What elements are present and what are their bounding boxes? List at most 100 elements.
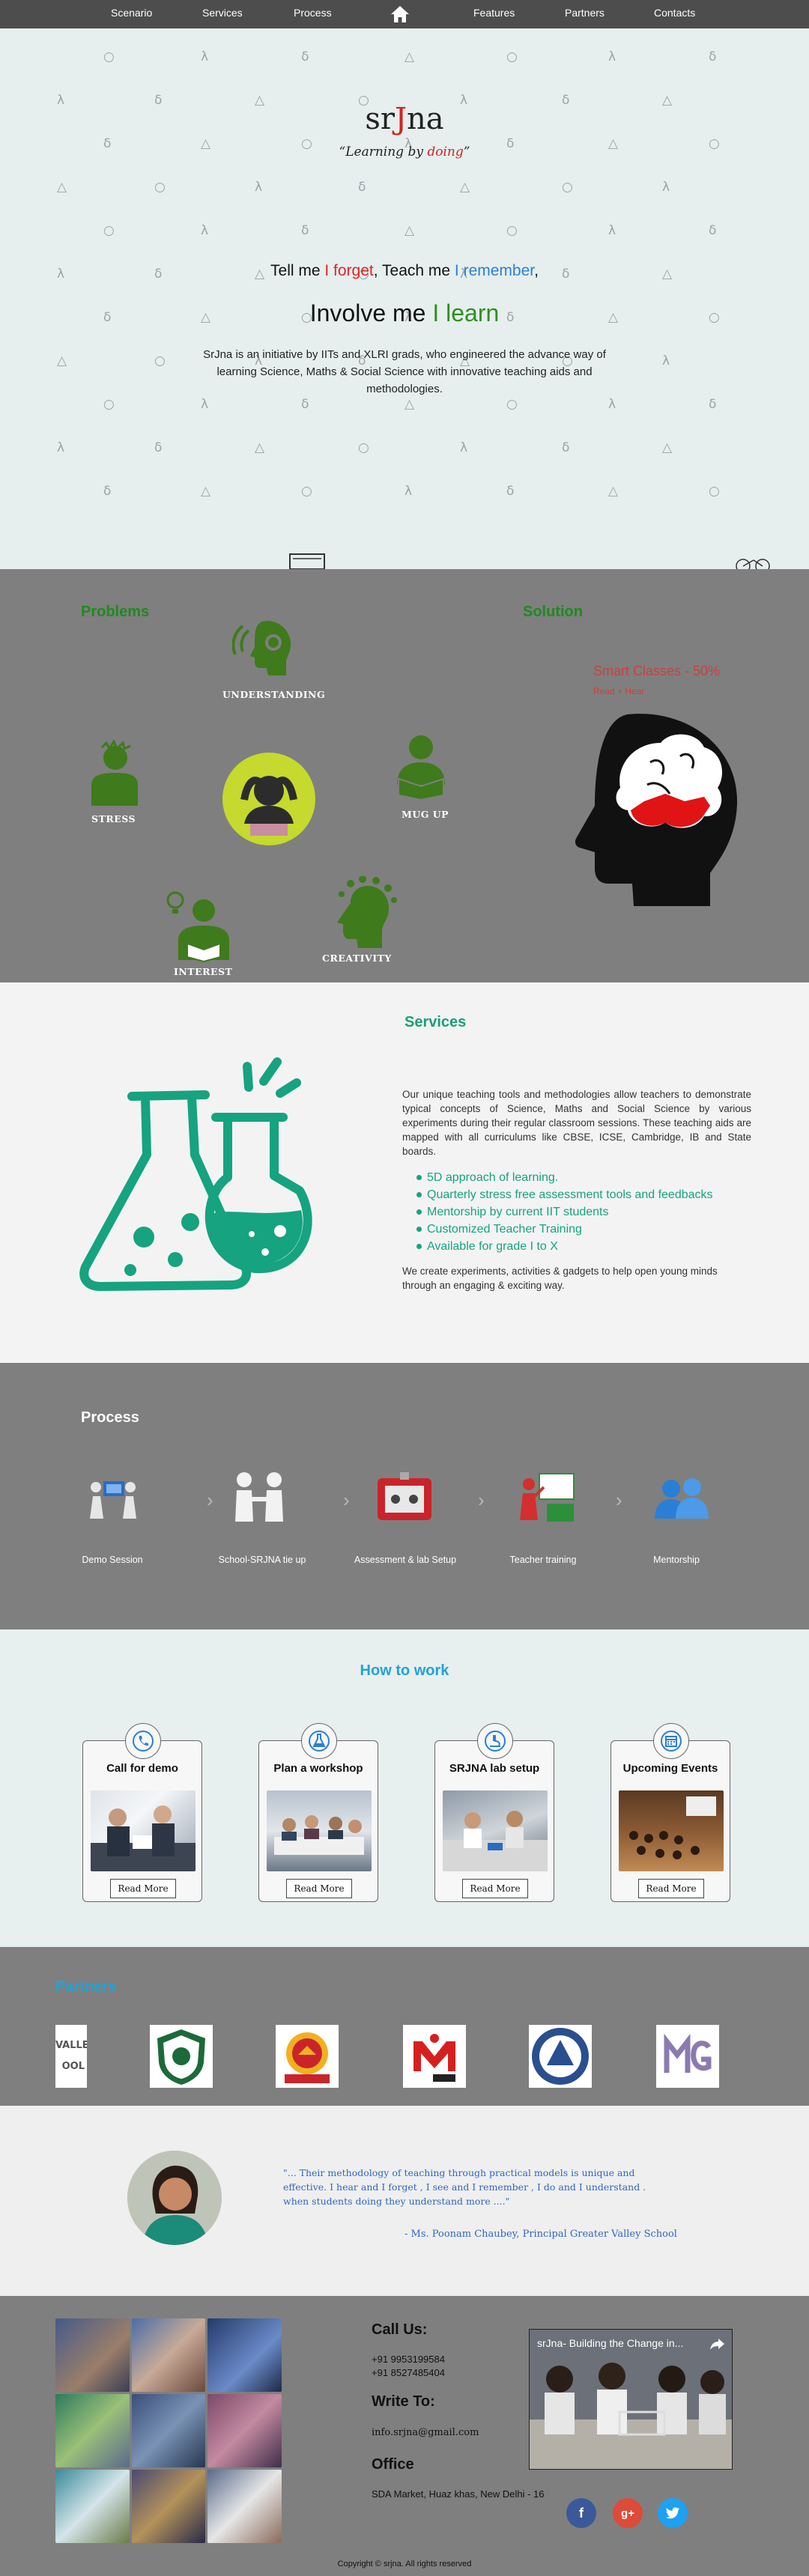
pattern-glyph: δ: [562, 440, 570, 455]
stress-icon: [91, 740, 138, 806]
nav-scenario[interactable]: Scenario: [111, 7, 152, 19]
nav-services[interactable]: Services: [202, 7, 243, 19]
nav-features[interactable]: Features: [473, 7, 515, 19]
lab-photo: [443, 1790, 548, 1871]
partner-logo-mris[interactable]: [403, 2025, 466, 2088]
how-to-work-section: How to work Call for demo Read More Plan…: [0, 1629, 809, 1947]
pattern-glyph: ○: [103, 397, 115, 412]
pattern-glyph: ○: [506, 49, 518, 64]
email-link[interactable]: info.srjna@gmail.com: [372, 2426, 479, 2440]
pattern-glyph: λ: [608, 223, 616, 238]
problem-label-stress: STRESS: [91, 813, 136, 824]
pattern-glyph: ○: [506, 223, 518, 238]
pattern-glyph: △: [608, 484, 619, 499]
pattern-glyph: △: [201, 484, 211, 499]
process-step-label: Mentorship: [653, 1555, 700, 1565]
testimonial-quote: "... Their methodology of teaching throu…: [283, 2167, 646, 2207]
pattern-glyph: △: [662, 440, 673, 455]
call-us-title: Call Us:: [372, 2321, 428, 2338]
gallery-image[interactable]: [55, 2318, 130, 2392]
pattern-glyph: λ: [201, 397, 209, 412]
card-title: Plan a workshop: [273, 1762, 363, 1775]
pattern-glyph: δ: [358, 180, 366, 195]
pattern-glyph: ○: [154, 180, 166, 195]
flask-illustration-icon: [79, 1057, 312, 1291]
pattern-glyph: λ: [662, 180, 670, 195]
motto-part: ,: [534, 262, 539, 279]
logo-text: sr: [365, 102, 395, 136]
process-step-label: Teacher training: [509, 1555, 577, 1565]
google-plus-icon[interactable]: g+: [613, 2498, 643, 2528]
read-more-button[interactable]: Read More: [638, 1879, 704, 1898]
process-step-label: School-SRJNA tie up: [218, 1555, 306, 1565]
read-more-button[interactable]: Read More: [110, 1879, 176, 1898]
partners-section: Partners VALLEY OOL: [0, 1947, 809, 2106]
card-lab-setup: SRJNA lab setup Read More: [434, 1723, 554, 1902]
gallery-image[interactable]: [55, 2470, 130, 2543]
video-title: srJna- Building the Change in...: [537, 2337, 684, 2349]
understanding-icon: [232, 621, 291, 675]
tagline-quote-open: “: [339, 145, 346, 160]
partner-logo-mg[interactable]: [656, 2025, 719, 2088]
read-more-button[interactable]: Read More: [286, 1879, 352, 1898]
gallery-image[interactable]: [131, 2470, 206, 2543]
pattern-glyph: △: [404, 49, 415, 64]
partner-logo-text: VALLEY OOL: [55, 2040, 87, 2072]
workshop-photo: [267, 1790, 372, 1871]
calendar-icon: [653, 1723, 689, 1759]
tagline-quote-close: ”: [463, 145, 470, 160]
video-player[interactable]: srJna- Building the Change in...: [529, 2329, 733, 2470]
facebook-icon[interactable]: f: [566, 2498, 596, 2528]
nav-partners[interactable]: Partners: [565, 7, 605, 19]
list-item: Mentorship by current IIT students: [416, 1203, 713, 1221]
gallery-image[interactable]: [131, 2394, 206, 2467]
top-navbar: Scenario Services Process Features Partn…: [0, 0, 809, 28]
partner-logo-dps[interactable]: [150, 2025, 213, 2088]
phone-number[interactable]: +91 8527485404: [372, 2366, 445, 2380]
read-more-button[interactable]: Read More: [462, 1879, 528, 1898]
pattern-glyph: δ: [709, 49, 717, 64]
process-step-label: Demo Session: [82, 1555, 143, 1565]
pattern-glyph: ○: [358, 440, 369, 455]
home-icon[interactable]: [390, 4, 410, 24]
gallery-image[interactable]: [207, 2318, 282, 2392]
pattern-glyph: δ: [103, 484, 112, 499]
phone-number[interactable]: +91 9953199584: [372, 2353, 445, 2366]
process-title: Process: [81, 1409, 139, 1426]
microscope-icon: [477, 1723, 513, 1759]
nav-process[interactable]: Process: [294, 7, 332, 19]
mug-up-icon: [397, 735, 445, 800]
pattern-glyph: ○: [103, 49, 115, 64]
problem-label-interest: INTEREST: [174, 966, 233, 977]
gallery-image[interactable]: [131, 2318, 206, 2392]
partner-logo-school-crest[interactable]: [529, 2025, 592, 2088]
problem-label-mug-up: MUG UP: [402, 809, 449, 820]
pattern-glyph: λ: [201, 223, 209, 238]
motto-forget: I forget: [324, 262, 374, 279]
nav-contacts[interactable]: Contacts: [654, 7, 695, 19]
tie-up-icon: [235, 1472, 283, 1522]
card-title: SRJNA lab setup: [449, 1762, 540, 1775]
logo-accent: J: [395, 102, 407, 136]
interest-icon: [166, 891, 229, 963]
gallery-image[interactable]: [207, 2394, 282, 2467]
services-description: Our unique teaching tools and methodolog…: [402, 1089, 751, 1157]
card-title: Call for demo: [106, 1762, 178, 1775]
twitter-icon[interactable]: [658, 2498, 688, 2528]
photo-gallery: [55, 2318, 282, 2543]
brain-head-icon: [575, 714, 738, 906]
footer-section: Call Us: +91 9953199584 +91 8527485404 W…: [0, 2296, 809, 2576]
partner-logo-greater-valley[interactable]: VALLEY OOL: [55, 2025, 87, 2088]
gallery-image[interactable]: [207, 2470, 282, 2543]
problems-section: Problems Solution UNDERSTANDING STRESS M…: [0, 569, 809, 982]
card-plan-workshop: Plan a workshop Read More: [258, 1723, 378, 1902]
partners-title: Partners: [55, 1978, 117, 1995]
lab-setup-icon: [378, 1472, 431, 1520]
pattern-glyph: ○: [103, 223, 115, 238]
gallery-image[interactable]: [55, 2394, 130, 2467]
motto-part: Tell me: [270, 262, 325, 279]
pattern-glyph: δ: [301, 223, 309, 238]
share-icon[interactable]: [709, 2337, 726, 2351]
chevron-right-icon: ›: [478, 1489, 485, 1511]
partner-logo-narayana[interactable]: [276, 2025, 339, 2088]
